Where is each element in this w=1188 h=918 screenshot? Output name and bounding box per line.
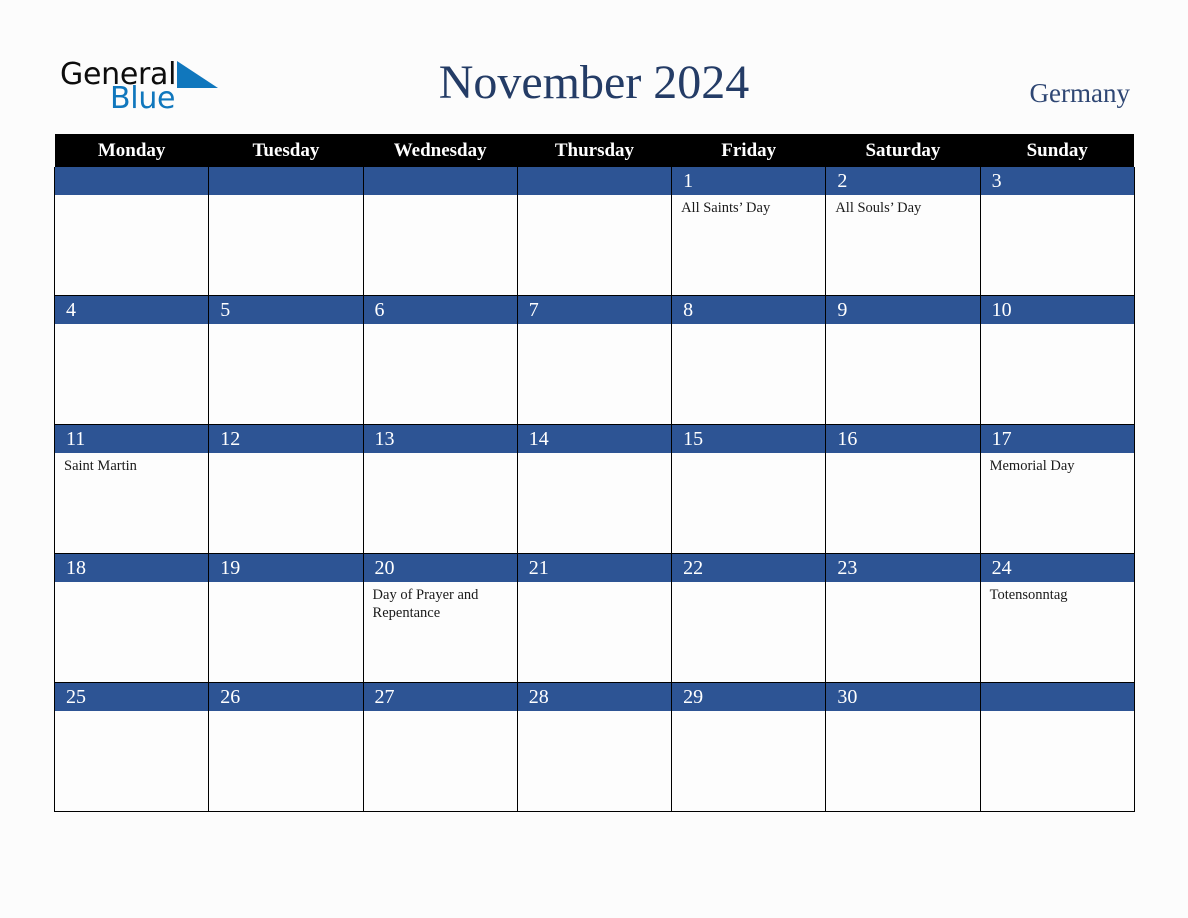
holiday-label: All Saints’ Day — [681, 200, 771, 216]
page-header: General Blue November 2024 Germany — [0, 0, 1188, 134]
day-number: 17 — [980, 425, 1134, 453]
calendar-day-cell[interactable]: 11 Saint Martin — [53, 424, 210, 554]
calendar-week-row: 4 5 6 7 8 9 10 — [53, 295, 1135, 425]
calendar-day-cell[interactable]: 9 — [825, 295, 981, 425]
calendar-empty-cell[interactable] — [208, 167, 364, 296]
calendar-day-cell[interactable]: 21 — [516, 553, 673, 683]
calendar-day-cell[interactable]: 28 — [516, 682, 673, 812]
calendar-day-cell[interactable]: 24 Totensonntag — [979, 553, 1135, 683]
day-number: 6 — [363, 296, 517, 324]
calendar-day-cell[interactable]: 23 — [825, 553, 981, 683]
day-number: 10 — [980, 296, 1134, 324]
day-number — [980, 683, 1134, 711]
calendar-body: 1 All Saints’ Day 2 All Souls’ Day 3 4 5 6 7 8 9 10… — [53, 167, 1135, 812]
day-number: 7 — [517, 296, 672, 324]
calendar-empty-cell[interactable] — [979, 682, 1135, 812]
calendar-week-row: 18 19 20 Day of Prayer and Repentance 21 22 23… — [53, 553, 1135, 683]
calendar-empty-cell[interactable] — [516, 167, 673, 296]
day-number: 29 — [672, 683, 826, 711]
day-number: 1 — [672, 167, 826, 195]
day-number: 30 — [826, 683, 980, 711]
calendar-empty-cell[interactable] — [53, 167, 210, 296]
weekday-header-thursday: Thursday — [517, 134, 672, 167]
calendar-day-cell[interactable]: 25 — [53, 682, 210, 812]
calendar-day-cell[interactable]: 2 All Souls’ Day — [825, 167, 981, 296]
day-number: 9 — [826, 296, 980, 324]
holiday-label: Totensonntag — [989, 587, 1068, 603]
calendar-day-cell[interactable]: 26 — [208, 682, 364, 812]
day-number: 2 — [826, 167, 980, 195]
weekday-header-saturday: Saturday — [825, 134, 981, 167]
calendar-day-cell[interactable]: 30 — [825, 682, 981, 812]
day-number: 13 — [363, 425, 517, 453]
calendar-empty-cell[interactable] — [362, 167, 518, 296]
calendar-page: General Blue November 2024 Germany Monda… — [0, 0, 1188, 918]
calendar-week-row: 25 26 27 28 29 30 — [53, 682, 1135, 812]
page-title: November 2024 — [438, 56, 750, 109]
day-number — [55, 167, 209, 195]
calendar-day-cell[interactable]: 3 — [979, 167, 1135, 296]
day-number: 12 — [209, 425, 363, 453]
day-number: 4 — [55, 296, 209, 324]
weekday-header-row: Monday Tuesday Wednesday Thursday Friday Satu… — [54, 134, 1135, 167]
holiday-label: Memorial Day — [989, 458, 1075, 474]
day-number: 19 — [209, 554, 363, 582]
calendar-day-cell[interactable]: 12 — [208, 424, 364, 554]
weekday-header-friday: Friday — [671, 134, 826, 167]
day-number: 25 — [55, 683, 209, 711]
day-number: 14 — [517, 425, 672, 453]
calendar-week-row: 1 All Saints’ Day 2 All Souls’ Day 3 — [53, 167, 1135, 296]
weekday-header-monday: Monday — [54, 134, 209, 167]
day-number: 20 — [363, 554, 517, 582]
holiday-label: Day of Prayer and Repentance — [372, 587, 479, 621]
day-number: 8 — [672, 296, 826, 324]
day-number: 27 — [363, 683, 517, 711]
day-number — [209, 167, 363, 195]
calendar-day-cell[interactable]: 16 — [825, 424, 981, 554]
calendar-day-cell[interactable]: 18 — [53, 553, 210, 683]
weekday-header-tuesday: Tuesday — [208, 134, 364, 167]
calendar-day-cell[interactable]: 22 — [671, 553, 827, 683]
day-number: 15 — [672, 425, 826, 453]
calendar-day-cell[interactable]: 17 Memorial Day — [979, 424, 1135, 554]
calendar-day-cell[interactable]: 27 — [362, 682, 518, 812]
holiday-label: All Souls’ Day — [835, 200, 922, 216]
day-number: 11 — [55, 425, 209, 453]
day-number: 16 — [826, 425, 980, 453]
day-number: 22 — [672, 554, 826, 582]
weekday-header-wednesday: Wednesday — [363, 134, 518, 167]
day-number: 5 — [209, 296, 363, 324]
calendar-day-cell[interactable]: 20 Day of Prayer and Repentance — [362, 553, 518, 683]
day-number: 3 — [980, 167, 1134, 195]
day-number — [517, 167, 672, 195]
country-label: Germany — [1029, 78, 1130, 108]
day-number: 18 — [55, 554, 209, 582]
calendar-day-cell[interactable]: 5 — [208, 295, 364, 425]
day-number: 21 — [517, 554, 672, 582]
calendar-day-cell[interactable]: 19 — [208, 553, 364, 683]
calendar-day-cell[interactable]: 15 — [671, 424, 827, 554]
calendar-day-cell[interactable]: 1 All Saints’ Day — [671, 167, 827, 296]
day-number — [363, 167, 517, 195]
day-number: 23 — [826, 554, 980, 582]
calendar-day-cell[interactable]: 7 — [516, 295, 673, 425]
calendar-day-cell[interactable]: 13 — [362, 424, 518, 554]
calendar-week-row: 11 Saint Martin 12 13 14 15 16 17 Memorial Day — [53, 424, 1135, 554]
calendar-day-cell[interactable]: 14 — [516, 424, 673, 554]
day-number: 28 — [517, 683, 672, 711]
calendar-day-cell[interactable]: 10 — [979, 295, 1135, 425]
calendar-day-cell[interactable]: 29 — [671, 682, 827, 812]
calendar-day-cell[interactable]: 4 — [53, 295, 210, 425]
calendar-table: Monday Tuesday Wednesday Thursday Friday Satu… — [53, 134, 1135, 812]
holiday-label: Saint Martin — [64, 458, 137, 474]
day-number: 26 — [209, 683, 363, 711]
weekday-header-sunday: Sunday — [980, 134, 1135, 167]
calendar-day-cell[interactable]: 6 — [362, 295, 518, 425]
day-number: 24 — [980, 554, 1134, 582]
calendar-day-cell[interactable]: 8 — [671, 295, 827, 425]
calendar-grid-container: Monday Tuesday Wednesday Thursday Friday Satu… — [53, 134, 1135, 812]
